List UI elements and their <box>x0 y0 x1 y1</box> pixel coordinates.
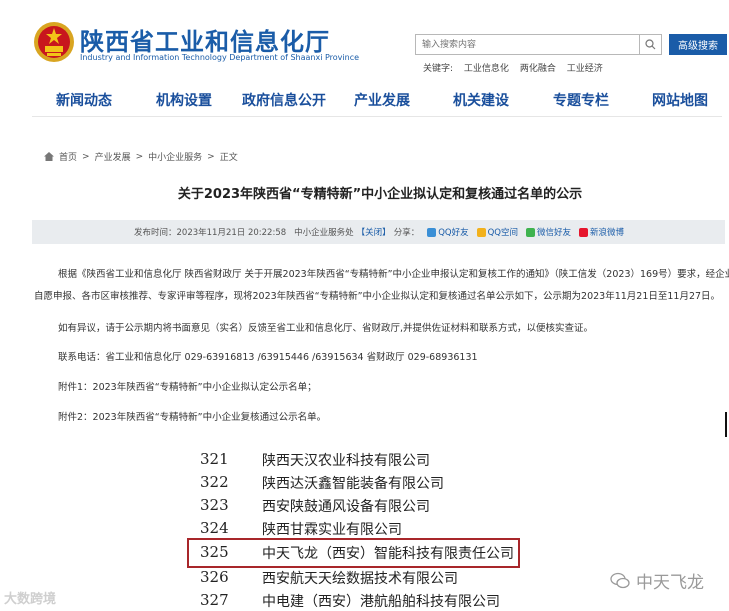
row-number: 326 <box>200 568 229 586</box>
contact-info: 联系电话：省工业和信息化厅 029-63916813 /63915446 /63… <box>58 352 478 363</box>
search-input[interactable] <box>416 35 640 54</box>
qzone-icon <box>476 227 486 237</box>
wechat-icon <box>525 227 535 237</box>
scrollbar-thumb[interactable] <box>725 412 727 437</box>
keyword-link[interactable]: 两化融合 <box>520 64 556 74</box>
watermark-right: 中天飞龙 <box>610 568 704 593</box>
row-number: 327 <box>200 591 229 609</box>
main-nav: 新闻动态 机构设置 政府信息公开 产业发展 机关建设 专题专栏 网站地图 <box>0 86 729 114</box>
wechat-logo-icon <box>610 572 630 588</box>
article-meta-bar: 发布时间：2023年11月21日 20:22:58 中小企业服务处 【关闭】 分… <box>32 220 725 244</box>
row-number: 321 <box>200 450 229 468</box>
share-wechat[interactable]: 微信好友 <box>525 226 571 238</box>
highlight-box <box>187 538 520 568</box>
breadcrumb-current: 正文 <box>219 153 238 163</box>
article-paragraph: 如有异议，请于公示期内将书面意见（实名）反馈至省工业和信息化厅、省财政厅,并提供… <box>58 323 594 334</box>
attachment-link[interactable]: 附件1：2023年陕西省“专精特新”中小企业拟认定公示名单； <box>58 379 317 393</box>
watermark-right-text: 中天飞龙 <box>636 573 704 593</box>
weibo-icon <box>579 227 588 237</box>
keywords-label: 关键字: <box>423 64 454 74</box>
close-link[interactable]: 【关闭】 <box>357 226 391 238</box>
nav-item-gov-info[interactable]: 政府信息公开 <box>242 90 326 110</box>
company-name: 陕西达沃鑫智能装备有限公司 <box>262 476 444 492</box>
share-qq-friend[interactable]: QQ好友 <box>427 226 469 238</box>
share-qq-zone-label: QQ空间 <box>487 228 518 238</box>
breadcrumb-separator: > <box>207 151 215 162</box>
company-name: 西安陕鼓通风设备有限公司 <box>262 499 430 515</box>
search-button[interactable] <box>639 35 661 54</box>
row-number: 322 <box>200 473 229 491</box>
share-label: 分享： <box>393 228 420 238</box>
search-icon <box>645 39 656 50</box>
company-name: 中电建（西安）港航船舶科技有限公司 <box>262 594 500 610</box>
share-weibo-label: 新浪微博 <box>590 228 625 238</box>
row-number: 324 <box>200 519 229 537</box>
share-qq-zone[interactable]: QQ空间 <box>476 226 518 238</box>
watermark-left: 大数跨境 <box>4 592 57 607</box>
nav-item-sitemap[interactable]: 网站地图 <box>652 90 708 110</box>
share-wechat-label: 微信好友 <box>536 228 571 238</box>
breadcrumb-separator: > <box>135 151 144 162</box>
company-name: 陕西甘霖实业有限公司 <box>262 522 402 538</box>
site-subtitle: Industry and Information Technology Depa… <box>80 53 360 62</box>
share-qq-friend-label: QQ好友 <box>438 228 469 238</box>
nav-divider <box>32 116 722 117</box>
breadcrumb-separator: > <box>82 151 90 162</box>
article-paragraph: 根据《陕西省工业和信息化厅 陕西省财政厅 关于开展2023年陕西省“专精特新”中… <box>58 269 729 280</box>
article-source: 中小企业服务处 <box>294 228 354 238</box>
company-name: 西安航天天绘数据技术有限公司 <box>262 571 458 587</box>
keywords-bar: 关键字: 工业信息化 两化融合 工业经济 <box>423 61 611 74</box>
publish-time: 发布时间：2023年11月21日 20:22:58 <box>134 228 287 238</box>
advanced-search-button[interactable]: 高级搜索 <box>669 34 727 55</box>
keyword-link[interactable]: 工业信息化 <box>464 64 509 74</box>
breadcrumb: 首页 > 产业发展 > 中小企业服务 > 正文 <box>44 150 238 163</box>
keyword-link[interactable]: 工业经济 <box>567 64 603 74</box>
home-icon <box>44 152 54 161</box>
company-name: 陕西天汉农业科技有限公司 <box>262 453 430 469</box>
breadcrumb-industry[interactable]: 产业发展 <box>95 150 131 163</box>
share-weibo[interactable]: 新浪微博 <box>579 226 624 238</box>
nav-item-organization[interactable]: 机构设置 <box>156 90 212 110</box>
nav-item-news[interactable]: 新闻动态 <box>56 90 112 110</box>
emblem-logo[interactable] <box>32 20 76 64</box>
row-number: 323 <box>200 496 229 514</box>
nav-item-special[interactable]: 专题专栏 <box>553 90 609 110</box>
search-box <box>415 34 662 55</box>
site-title[interactable]: 陕西省工业和信息化厅 <box>80 22 330 57</box>
attachment-link[interactable]: 附件2：2023年陕西省“专精特新”中小企业复核通过公示名单。 <box>58 409 326 423</box>
article-title: 关于2023年陕西省“专精特新”中小企业拟认定和复核通过名单的公示 <box>177 187 583 202</box>
qq-icon <box>427 227 437 237</box>
nav-item-industry[interactable]: 产业发展 <box>354 90 410 110</box>
breadcrumb-home[interactable]: 首页 <box>59 150 77 163</box>
article-paragraph: 自愿申报、各市区审核推荐、专家评审等程序，现将2023年陕西省“专精特新”中小企… <box>34 291 721 302</box>
breadcrumb-sme-service[interactable]: 中小企业服务 <box>148 150 202 163</box>
nav-item-agency[interactable]: 机关建设 <box>453 90 509 110</box>
